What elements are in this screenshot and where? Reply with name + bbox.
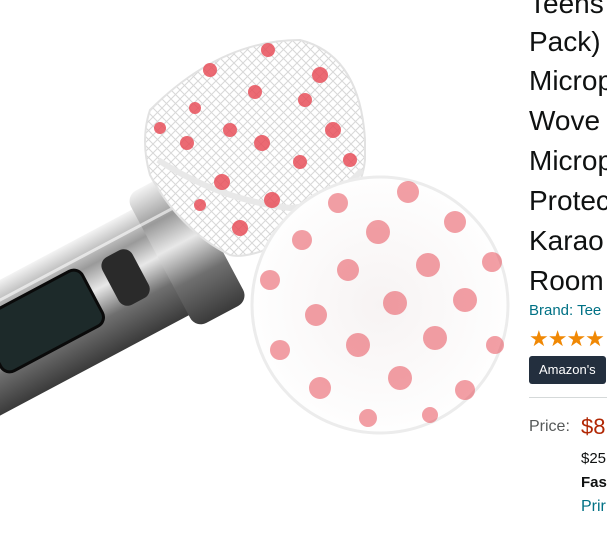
microphone-cover-illustration — [0, 38, 510, 444]
product-title-line[interactable]: Room — [529, 261, 604, 301]
product-title-line[interactable]: Wove — [529, 101, 600, 141]
product-details-column: Teens Pack) Microp Wove Microp Protec Ka… — [529, 0, 607, 547]
product-title-line[interactable]: Microp — [529, 141, 607, 181]
fast-shipping-text: Fas — [581, 474, 607, 491]
product-title-line[interactable]: Teens — [529, 0, 604, 24]
amazons-choice-badge: Amazon's — [529, 356, 606, 384]
product-title-line[interactable]: Karao — [529, 221, 604, 261]
product-title-line[interactable]: Microp — [529, 61, 607, 101]
product-title-line[interactable]: Pack) — [529, 22, 601, 62]
product-image[interactable] — [0, 0, 520, 547]
rating-stars-icon[interactable]: ★★★★ — [529, 326, 605, 352]
brand-link[interactable]: Brand: Tee — [529, 302, 601, 319]
price-label: Price: — [529, 418, 570, 435]
loose-cover-pad — [250, 175, 510, 435]
product-title-line[interactable]: Protec — [529, 181, 607, 221]
price-value: $8 — [581, 414, 606, 439]
section-divider — [529, 397, 607, 398]
prime-link[interactable]: Prir — [581, 498, 606, 516]
unit-price: $25 — [581, 450, 607, 467]
